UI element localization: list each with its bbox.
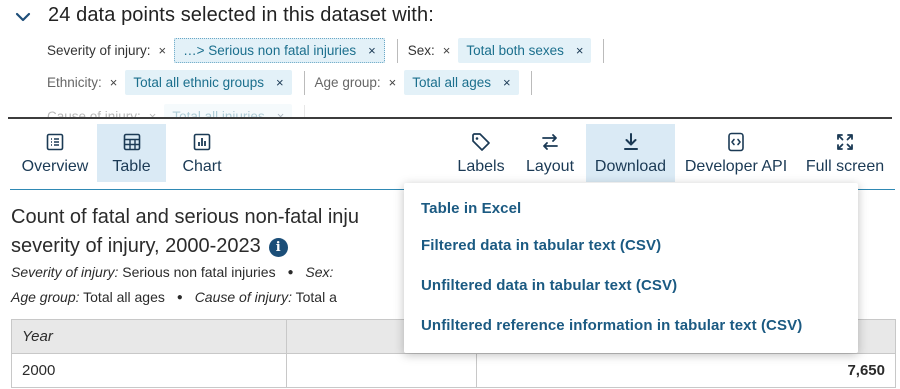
download-menu: Table in Excel Filtered data in tabular … — [404, 183, 858, 353]
download-button[interactable]: Download — [586, 124, 675, 182]
table-title: Count of fatal and serious non-fatal inj… — [11, 203, 411, 261]
remove-filter-button[interactable]: × — [110, 75, 118, 90]
filter-chip-label: Total both sexes — [466, 43, 564, 58]
meta-label: Severity of injury: — [11, 264, 119, 280]
selection-meta-line: Severity of injury: Serious non fatal in… — [11, 264, 333, 280]
tab-overview[interactable]: Overview — [16, 124, 94, 182]
tab-chart[interactable]: Chart — [172, 124, 232, 182]
view-toolbar: Overview Table Chart Labels Layout Downl… — [0, 120, 900, 190]
filter-chip-cause[interactable]: Total all injuries × — [164, 104, 293, 118]
bar-chart-icon — [191, 131, 213, 153]
menu-item-table-excel[interactable]: Table in Excel — [421, 200, 521, 217]
filter-label-sex: Sex: — [407, 43, 435, 58]
expand-icon — [834, 131, 856, 153]
meta-label: Cause of injury: — [194, 289, 292, 305]
filter-chip-severity[interactable]: …> Serious non fatal injuries × — [174, 38, 385, 63]
remove-filter-button[interactable]: × — [159, 43, 167, 58]
swap-arrows-icon — [539, 131, 561, 153]
summary-title: 24 data points selected in this dataset … — [48, 4, 434, 26]
remove-filter-button[interactable]: × — [389, 75, 397, 90]
chip-remove-icon[interactable]: × — [368, 43, 376, 58]
labels-button[interactable]: Labels — [452, 124, 510, 182]
title-line: Count of fatal and serious non-fatal inj… — [11, 206, 359, 228]
remove-filter-button[interactable]: × — [443, 43, 451, 58]
summary-header[interactable]: 24 data points selected in this dataset … — [12, 4, 434, 27]
filter-chip-age-group[interactable]: Total all ages × — [404, 70, 519, 95]
info-icon[interactable]: i — [268, 238, 288, 257]
table-icon — [121, 131, 143, 153]
filter-label-severity: Severity of injury: — [47, 43, 151, 58]
row-value-cell: 7,650 — [476, 353, 896, 388]
filter-row: Severity of injury: × …> Serious non fat… — [47, 38, 614, 63]
filter-chip-label: …> Serious non fatal injuries — [183, 43, 357, 58]
tab-table[interactable]: Table — [97, 124, 166, 182]
filter-divider — [603, 38, 605, 63]
chip-remove-icon[interactable]: × — [503, 75, 511, 90]
filter-row: Cause of injury: × Total all injuries × — [47, 104, 315, 118]
row-year-cell: 2000 — [11, 353, 287, 388]
filter-chip-sex[interactable]: Total both sexes × — [458, 38, 592, 63]
developer-api-button[interactable]: Developer API — [678, 124, 794, 182]
filter-divider — [304, 104, 306, 118]
menu-item-unfiltered-csv[interactable]: Unfiltered data in tabular text (CSV) — [421, 277, 677, 294]
chip-remove-icon[interactable]: × — [576, 43, 584, 58]
meta-value: Total all ages — [83, 289, 165, 305]
full-screen-button[interactable]: Full screen — [800, 124, 890, 182]
button-label: Labels — [457, 158, 505, 175]
chip-remove-icon[interactable]: × — [276, 75, 284, 90]
list-icon — [44, 131, 66, 153]
filter-label-age-group: Age group: — [314, 75, 381, 90]
filter-divider — [530, 70, 532, 95]
filter-row: Ethnicity: × Total all ethnic groups × A… — [47, 70, 542, 95]
bullet-separator: ● — [176, 292, 183, 303]
button-label: Layout — [525, 158, 575, 175]
tag-icon — [470, 131, 492, 153]
meta-value: Total a — [295, 289, 337, 305]
menu-item-filtered-csv[interactable]: Filtered data in tabular text (CSV) — [421, 237, 661, 254]
tab-label: Overview — [21, 158, 89, 175]
button-label: Full screen — [805, 158, 885, 175]
title-line-text: severity of injury, 2000-2023 — [11, 235, 261, 257]
summary-divider — [8, 117, 892, 119]
layout-button[interactable]: Layout — [521, 124, 579, 182]
button-label: Download — [594, 158, 667, 175]
filter-chip-ethnicity[interactable]: Total all ethnic groups × — [125, 70, 292, 95]
meta-value: Serious non fatal injuries — [122, 264, 276, 280]
column-header-year: Year — [11, 319, 287, 354]
download-icon — [620, 131, 642, 153]
code-icon — [725, 131, 747, 153]
filter-divider — [396, 38, 398, 63]
menu-item-reference-csv[interactable]: Unfiltered reference information in tabu… — [421, 317, 802, 334]
tab-label: Chart — [182, 158, 222, 175]
table-cell — [286, 353, 477, 388]
filter-label-ethnicity: Ethnicity: — [47, 75, 102, 90]
meta-label: Age group: — [11, 289, 80, 305]
chevron-down-icon[interactable] — [12, 5, 34, 27]
tab-label: Table — [112, 158, 151, 175]
title-line: severity of injury, 2000-2023 i — [11, 232, 411, 261]
meta-label: Sex: — [305, 264, 334, 280]
filter-chip-label: Total all ethnic groups — [133, 75, 264, 90]
filter-divider — [303, 70, 305, 95]
selection-summary: 24 data points selected in this dataset … — [0, 0, 900, 118]
selection-meta-line: Age group: Total all ages ● Cause of inj… — [11, 289, 337, 305]
filter-chip-label: Total all ages — [412, 75, 492, 90]
button-label: Developer API — [684, 158, 788, 175]
table-row: 2000 7,650 — [11, 353, 896, 388]
bullet-separator: ● — [287, 267, 294, 278]
